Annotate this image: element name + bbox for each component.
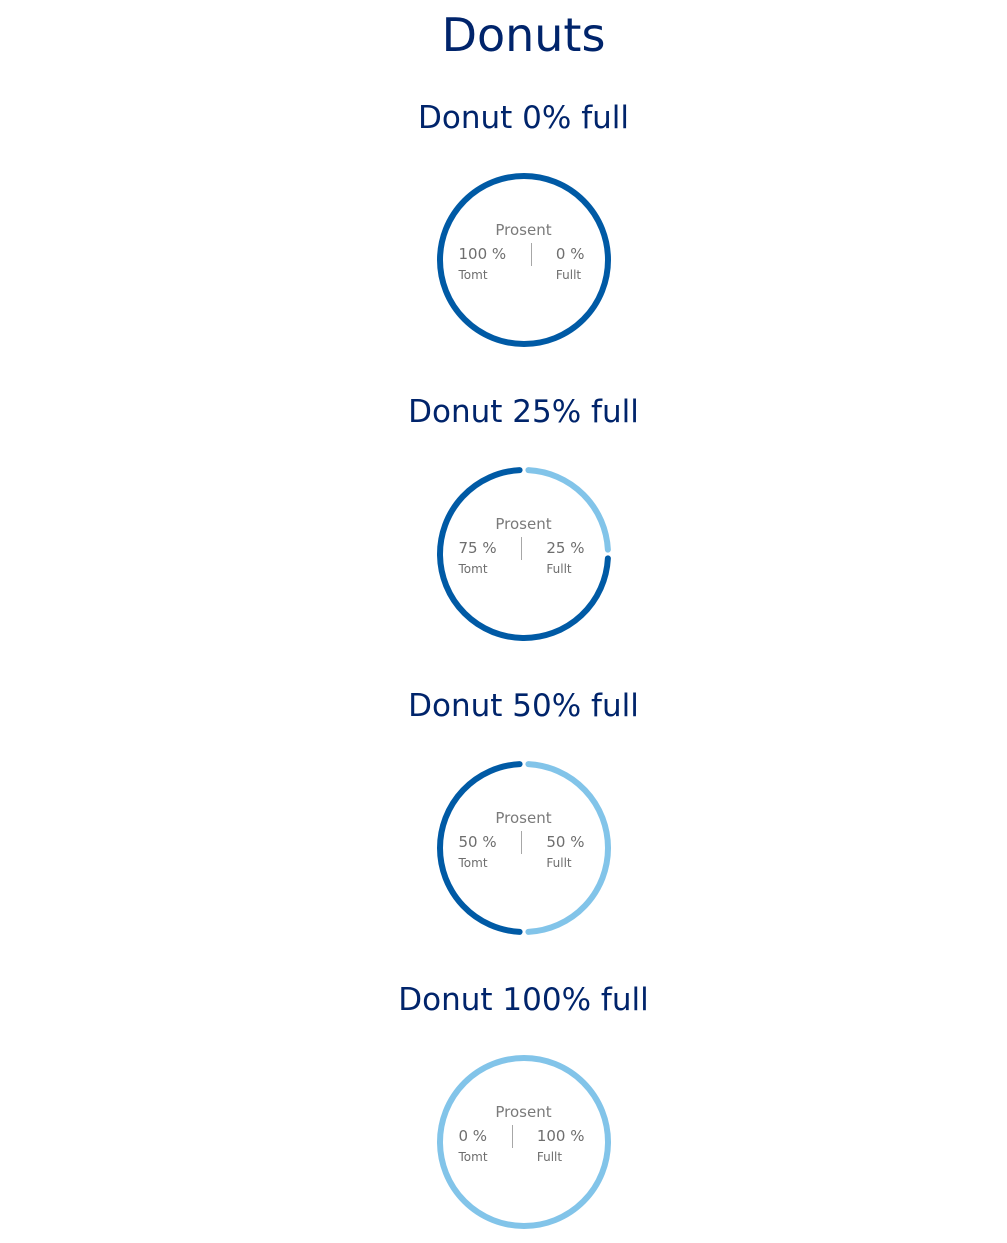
- full-label: Fullt: [546, 562, 572, 576]
- legend-full: 0 % Fullt: [556, 242, 585, 284]
- chart-title: Donut 50% full: [408, 688, 639, 724]
- legend-divider: [530, 243, 532, 266]
- legend-divider: [521, 831, 522, 854]
- center-label: Prosent: [495, 515, 552, 533]
- empty-label: Tomt: [458, 268, 488, 282]
- empty-value: 50 %: [458, 833, 497, 851]
- legend-empty: 75 % Tomt: [459, 536, 497, 578]
- page-title: Donuts: [441, 8, 606, 62]
- donut-center: Prosent 50 % Tomt 50 % Fullt: [434, 758, 614, 938]
- legend-divider: [511, 1125, 513, 1148]
- chart-title: Donut 0% full: [418, 100, 629, 136]
- legend: 100 % Tomt 0 % Fullt: [459, 242, 585, 284]
- donut-ring: Prosent 0 % Tomt 100 % Fullt: [434, 1052, 614, 1232]
- donut-center: Prosent 75 % Tomt 25 % Fullt: [434, 464, 614, 644]
- legend-divider: [521, 537, 522, 560]
- full-value: 100 %: [536, 1127, 585, 1145]
- full-label: Fullt: [555, 268, 582, 282]
- legend: 75 % Tomt 25 % Fullt: [459, 536, 585, 578]
- donut-center: Prosent 0 % Tomt 100 % Fullt: [434, 1052, 614, 1232]
- legend-empty: 50 % Tomt: [459, 830, 497, 872]
- legend-full: 100 % Fullt: [537, 1124, 585, 1166]
- center-label: Prosent: [495, 809, 552, 827]
- full-value: 25 %: [546, 539, 585, 557]
- legend: 0 % Tomt 100 % Fullt: [459, 1124, 585, 1166]
- legend: 50 % Tomt 50 % Fullt: [459, 830, 585, 872]
- full-label: Fullt: [546, 856, 572, 870]
- empty-value: 0 %: [458, 1127, 488, 1145]
- donut-chart-50: Donut 50% full Prosent 50 % Tomt 50 % Fu…: [0, 688, 1007, 938]
- empty-label: Tomt: [458, 856, 488, 870]
- donut-chart-25: Donut 25% full Prosent 75 % Tomt 25 % Fu…: [0, 394, 1007, 644]
- donut-chart-0: Donut 0% full Prosent 100 % Tomt 0 % Ful…: [0, 100, 1007, 350]
- donut-ring: Prosent 100 % Tomt 0 % Fullt: [434, 170, 614, 350]
- legend-full: 25 % Fullt: [546, 536, 584, 578]
- center-label: Prosent: [495, 221, 552, 239]
- empty-label: Tomt: [458, 562, 488, 576]
- legend-full: 50 % Fullt: [546, 830, 584, 872]
- chart-title: Donut 25% full: [408, 394, 639, 430]
- donut-center: Prosent 100 % Tomt 0 % Fullt: [434, 170, 614, 350]
- chart-title: Donut 100% full: [398, 982, 649, 1018]
- empty-label: Tomt: [458, 1150, 488, 1164]
- donut-ring: Prosent 50 % Tomt 50 % Fullt: [434, 758, 614, 938]
- donut-ring: Prosent 75 % Tomt 25 % Fullt: [434, 464, 614, 644]
- full-label: Fullt: [536, 1150, 563, 1164]
- empty-value: 100 %: [458, 245, 507, 263]
- full-value: 50 %: [546, 833, 585, 851]
- center-label: Prosent: [495, 1103, 552, 1121]
- legend-empty: 0 % Tomt: [459, 1124, 488, 1166]
- donut-chart-100: Donut 100% full Prosent 0 % Tomt 100 % F…: [0, 982, 1007, 1232]
- full-value: 0 %: [555, 245, 585, 263]
- empty-value: 75 %: [458, 539, 497, 557]
- legend-empty: 100 % Tomt: [459, 242, 507, 284]
